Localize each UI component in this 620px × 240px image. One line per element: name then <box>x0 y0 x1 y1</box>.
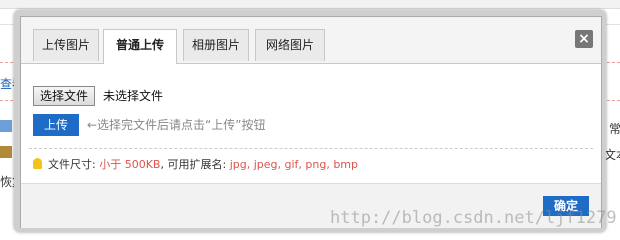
table-icon <box>0 120 12 132</box>
choose-file-button[interactable]: 选择文件 <box>33 86 96 106</box>
upload-content: 选择文件 未选择文件 上传 ←选择完文件后请点击“上传”按钮 文件尺寸: 小于 … <box>21 64 601 182</box>
tab-bar: 上传图片 普通上传 相册图片 网络图片 × <box>21 17 601 64</box>
tab-album-images[interactable]: 相册图片 <box>183 29 249 61</box>
size-value: 小于 500KB <box>99 158 161 171</box>
background-text-right-1: 常 <box>609 122 620 136</box>
content-divider <box>29 148 593 149</box>
close-icon[interactable]: × <box>575 30 593 48</box>
background-text-right-2: 文本 <box>604 148 620 162</box>
size-label: 文件尺寸: <box>48 158 96 171</box>
upload-button[interactable]: 上传 <box>33 114 79 136</box>
image-upload-dialog: 上传图片 普通上传 相册图片 网络图片 × 选择文件 未选择文件 上传 ←选择完… <box>14 10 606 232</box>
tab-upload-image[interactable]: 上传图片 <box>33 29 99 61</box>
ext-value: jpg, jpeg, gif, png, bmp <box>229 158 358 171</box>
upload-hint: ←选择完文件后请点击“上传”按钮 <box>87 118 266 132</box>
tab-normal-upload[interactable]: 普通上传 <box>103 29 177 64</box>
watermark: http://blog.csdn.net/ljf1279 <box>330 208 617 228</box>
lightbulb-icon <box>33 158 42 169</box>
brush-icon <box>0 146 12 158</box>
tab-web-images[interactable]: 网络图片 <box>255 29 325 61</box>
background-top-bar <box>0 0 620 9</box>
dialog-body: 上传图片 普通上传 相册图片 网络图片 × 选择文件 未选择文件 上传 ←选择完… <box>20 16 602 228</box>
file-status-text: 未选择文件 <box>103 89 164 103</box>
ext-label: , 可用扩展名: <box>160 158 227 171</box>
file-requirements: 文件尺寸: 小于 500KB, 可用扩展名: jpg, jpeg, gif, p… <box>33 156 358 174</box>
